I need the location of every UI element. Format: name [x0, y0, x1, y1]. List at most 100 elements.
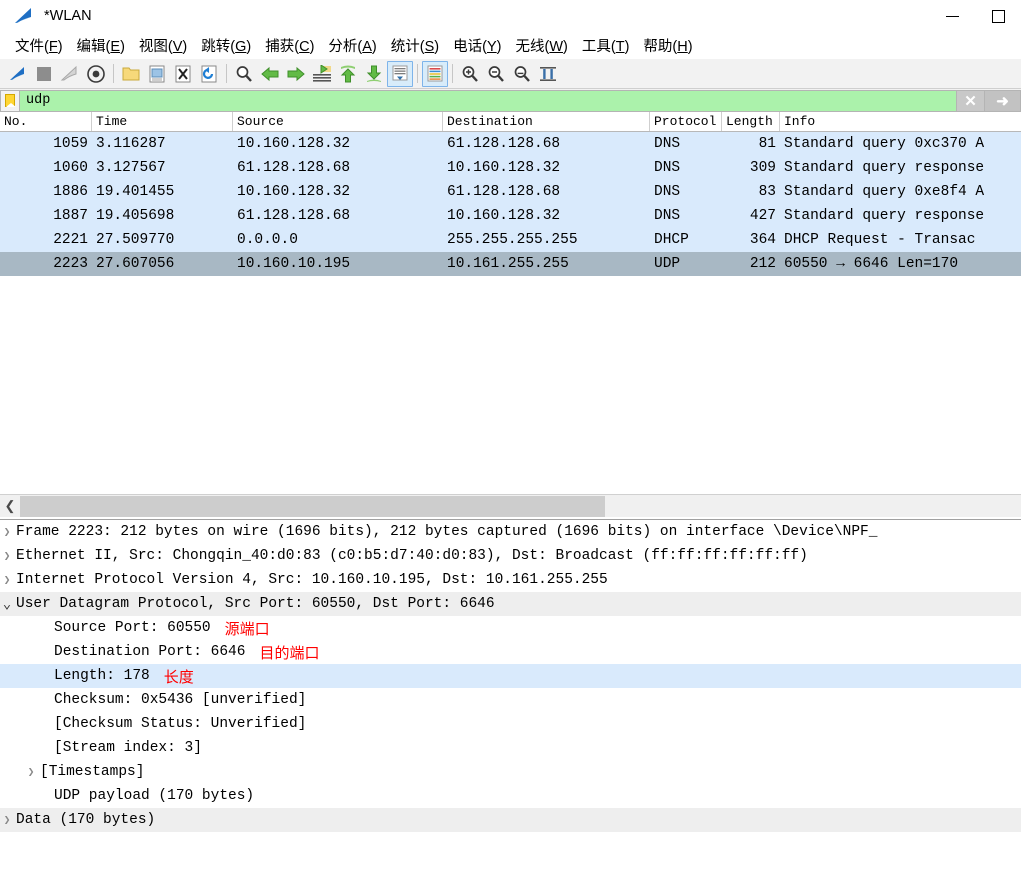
chevron-right-icon[interactable]: ❯: [0, 813, 14, 827]
packet-cell-dst: 10.160.128.32: [447, 160, 561, 176]
menu-item-tools[interactable]: 工具(T): [575, 33, 637, 58]
packet-cell-no: 1887: [53, 208, 88, 224]
detail-tree-row[interactable]: Source Port: 60550 源端口: [0, 616, 1021, 640]
go-forward-icon[interactable]: [283, 61, 309, 87]
detail-tree-row[interactable]: ❯ Ethernet II, Src: Chongqin_40:d0:83 (c0…: [0, 544, 1021, 568]
menu-item-edit[interactable]: 编辑(E): [70, 33, 132, 58]
detail-tree-row[interactable]: ❯ Frame 2223: 212 bytes on wire (1696 bit…: [0, 520, 1021, 544]
menu-item-statistics[interactable]: 统计(S): [384, 33, 446, 58]
packet-row[interactable]: 2223 27.607056 10.160.10.195 10.161.255.255…: [0, 252, 1021, 276]
chevron-right-icon[interactable]: ❯: [0, 525, 14, 539]
packet-cell-info: 60550 → 6646 Len=170: [784, 256, 959, 272]
display-filter-bar: ✕ ➜: [0, 89, 1021, 112]
maximize-button[interactable]: [975, 0, 1021, 32]
menu-item-help[interactable]: 帮助(H): [636, 33, 699, 58]
wireshark-window: *WLAN 文件(F) 编辑(E) 视图(V) 跳转(G) 捕获(C) 分析(A) 统计(S…: [0, 0, 1021, 896]
packet-cell-len: 83: [758, 184, 776, 200]
menu-item-file[interactable]: 文件(F): [8, 33, 70, 58]
window-controls: [929, 0, 1021, 32]
packet-cell-prot: DNS: [654, 160, 681, 176]
menu-item-analyze[interactable]: 分析(A): [321, 33, 383, 58]
packet-details-pane[interactable]: ❯ Frame 2223: 212 bytes on wire (1696 bit…: [0, 519, 1021, 896]
menu-item-wireless[interactable]: 无线(W): [508, 33, 574, 58]
go-to-packet-icon[interactable]: [309, 61, 335, 87]
column-header-prot[interactable]: Protocol: [650, 112, 722, 131]
packet-row[interactable]: 1059 3.116287 10.160.128.32 61.128.128.68 DN…: [0, 132, 1021, 156]
apply-filter-button[interactable]: ➜: [984, 90, 1020, 111]
detail-tree-row[interactable]: Length: 178 长度: [0, 664, 1021, 688]
chevron-right-icon[interactable]: ❯: [24, 765, 38, 779]
scroll-left-arrow-icon[interactable]: ❮: [0, 496, 20, 517]
packet-row[interactable]: 1886 19.401455 10.160.128.32 61.128.128.68 D…: [0, 180, 1021, 204]
find-packet-icon[interactable]: [231, 61, 257, 87]
filter-bookmark-button[interactable]: [1, 90, 20, 111]
detail-tree-row[interactable]: ❯ [Timestamps]: [0, 760, 1021, 784]
packet-cell-prot: DNS: [654, 184, 681, 200]
packet-cell-len: 427: [749, 208, 776, 224]
hscrollbar-thumb[interactable]: [20, 495, 605, 517]
menu-item-telephony[interactable]: 电话(Y): [446, 33, 508, 58]
packet-cell-no: 1059: [53, 136, 88, 152]
minimize-button[interactable]: [929, 0, 975, 32]
reload-file-icon[interactable]: [196, 61, 222, 87]
column-header-len[interactable]: Length: [722, 112, 780, 131]
packet-list[interactable]: No. Time Source Destination Protocol Length In…: [0, 112, 1021, 494]
start-capture-icon[interactable]: [5, 61, 31, 87]
packet-list-body[interactable]: 1059 3.116287 10.160.128.32 61.128.128.68 DN…: [0, 132, 1021, 276]
packet-row[interactable]: 2221 27.509770 0.0.0.0 255.255.255.255 DHCP 3…: [0, 228, 1021, 252]
packet-cell-dst: 61.128.128.68: [447, 184, 561, 200]
close-file-icon[interactable]: [170, 61, 196, 87]
packet-cell-prot: DNS: [654, 208, 681, 224]
chevron-right-icon[interactable]: ❯: [0, 573, 14, 587]
bookmark-icon: [5, 94, 16, 107]
column-header-info[interactable]: Info: [780, 112, 1021, 131]
column-header-no[interactable]: No.: [0, 112, 92, 131]
detail-tree-row[interactable]: ❯ Data (170 bytes): [0, 808, 1021, 832]
go-back-icon[interactable]: [257, 61, 283, 87]
display-filter-input[interactable]: [20, 90, 956, 111]
detail-tree-label: User Datagram Protocol, Src Port: 60550,…: [16, 596, 495, 612]
clear-filter-button[interactable]: ✕: [956, 90, 984, 111]
detail-tree-row[interactable]: Checksum: 0x5436 [unverified]: [0, 688, 1021, 712]
detail-tree-label: Internet Protocol Version 4, Src: 10.160…: [16, 572, 608, 588]
packet-row[interactable]: 1887 19.405698 61.128.128.68 10.160.128.32 D…: [0, 204, 1021, 228]
column-header-src[interactable]: Source: [233, 112, 443, 131]
chevron-down-icon[interactable]: ⌄: [0, 596, 14, 613]
packet-list-hscrollbar[interactable]: ❮: [0, 494, 1021, 517]
packet-cell-dst: 255.255.255.255: [447, 232, 578, 248]
detail-tree-label: Checksum: 0x5436 [unverified]: [54, 692, 307, 708]
capture-options-icon[interactable]: [83, 61, 109, 87]
zoom-out-icon[interactable]: [483, 61, 509, 87]
go-last-packet-icon[interactable]: [361, 61, 387, 87]
resize-columns-icon[interactable]: [535, 61, 561, 87]
colorize-icon[interactable]: [422, 60, 448, 87]
save-file-icon[interactable]: [144, 61, 170, 87]
chevron-right-icon[interactable]: ❯: [0, 549, 14, 563]
auto-scroll-icon[interactable]: [387, 60, 413, 87]
packet-cell-len: 81: [758, 136, 776, 152]
stop-capture-icon[interactable]: [31, 61, 57, 87]
detail-tree-row[interactable]: UDP payload (170 bytes): [0, 784, 1021, 808]
column-header-time[interactable]: Time: [92, 112, 233, 131]
open-file-icon[interactable]: [118, 61, 144, 87]
detail-tree-row[interactable]: ⌄ User Datagram Protocol, Src Port: 60550…: [0, 592, 1021, 616]
column-header-dst[interactable]: Destination: [443, 112, 650, 131]
menu-item-view[interactable]: 视图(V): [132, 33, 194, 58]
zoom-in-icon[interactable]: [457, 61, 483, 87]
go-first-packet-icon[interactable]: [335, 61, 361, 87]
menu-item-go[interactable]: 跳转(G): [194, 33, 258, 58]
packet-cell-time: 3.127567: [96, 160, 166, 176]
restart-capture-icon[interactable]: [57, 61, 83, 87]
detail-tree-row[interactable]: [Checksum Status: Unverified]: [0, 712, 1021, 736]
packet-row[interactable]: 1060 3.127567 61.128.128.68 10.160.128.32 DN…: [0, 156, 1021, 180]
detail-tree-row[interactable]: Destination Port: 6646 目的端口: [0, 640, 1021, 664]
annotation-label: 长度: [163, 668, 194, 686]
detail-tree-label: [Stream index: 3]: [54, 740, 202, 756]
packet-cell-prot: DHCP: [654, 232, 689, 248]
hscrollbar-track[interactable]: [20, 495, 1021, 517]
menu-item-capture[interactable]: 捕获(C): [258, 33, 321, 58]
detail-tree-row[interactable]: ❯ Internet Protocol Version 4, Src: 10.16…: [0, 568, 1021, 592]
toolbar-separator: [417, 64, 418, 83]
zoom-reset-icon[interactable]: [509, 61, 535, 87]
detail-tree-row[interactable]: [Stream index: 3]: [0, 736, 1021, 760]
